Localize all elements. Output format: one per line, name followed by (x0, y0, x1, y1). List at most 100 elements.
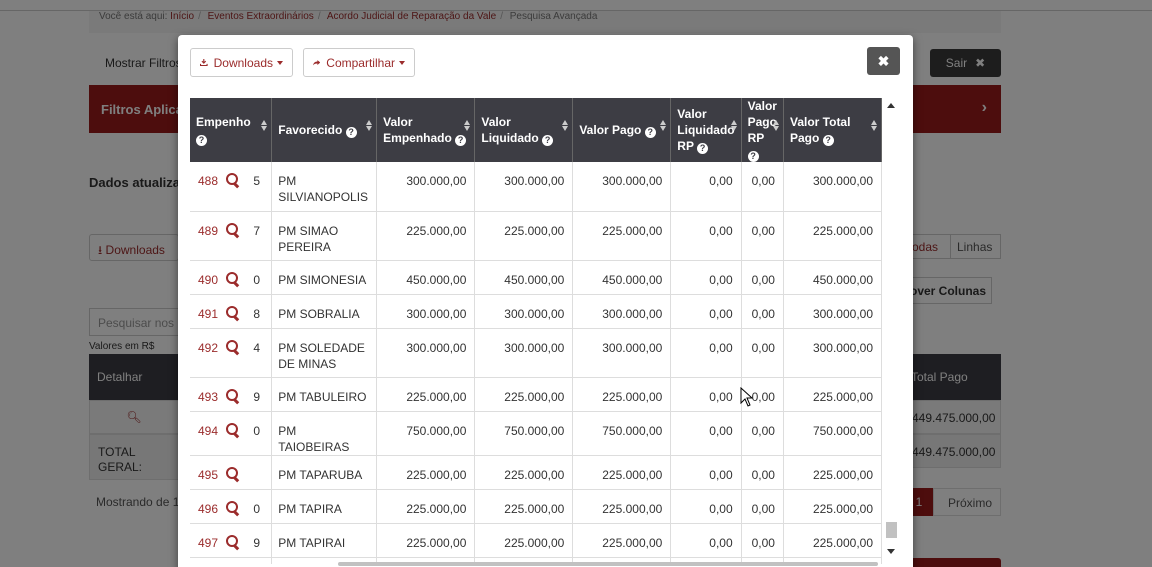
table-body: 488 5 PM SILVIANOPOLIS 300.000,00 300.000,00… (190, 162, 882, 564)
valor-pago-rp-cell: 0,00 (741, 523, 784, 558)
col-header-favorecido[interactable]: Favorecido ? (271, 98, 378, 162)
empenho-link[interactable]: 488 (198, 173, 226, 189)
table-row: 490 0 PM SIMONESIA 450.000,00 450.000,00 450.… (190, 260, 882, 295)
valor-pago-rp-cell: 0,00 (741, 328, 784, 378)
empenho-link[interactable]: 493 (198, 389, 226, 405)
col-header-valor-liquidado-rp[interactable]: Valor Liquidado RP ? (670, 98, 742, 162)
vertical-scroll-thumb[interactable] (886, 522, 897, 538)
valor-pago-cell: 225.000,00 (572, 455, 672, 490)
help-icon[interactable]: ? (345, 127, 357, 138)
favorecido-cell: PM SOBRALIA (271, 294, 378, 329)
valor-pago-cell: 300.000,00 (572, 162, 672, 212)
favorecido-cell: PM TAPIRA (271, 489, 378, 524)
caret-down-icon (277, 60, 283, 65)
empenho-link[interactable]: 492 (198, 340, 226, 356)
valor-pago-rp-cell: 0,00 (741, 411, 784, 456)
valor-total-pago-cell: 225.000,00 (783, 455, 882, 490)
help-icon[interactable]: ? (542, 135, 554, 146)
valor-liquidado-cell: 225.000,00 (474, 523, 574, 558)
share-icon (313, 59, 321, 65)
valor-empenhado-cell: 300.000,00 (376, 294, 476, 329)
empenho-digit: 7 (253, 223, 260, 238)
valor-liquidado-cell: 225.000,00 (474, 489, 574, 524)
empenho-cell: 496 0 (190, 489, 273, 524)
empenho-cell: 492 4 (190, 328, 273, 378)
empenho-link[interactable]: 489 (198, 223, 226, 239)
search-icon[interactable] (226, 271, 240, 286)
valor-total-pago-cell: 300.000,00 (783, 294, 882, 329)
help-icon[interactable]: ? (455, 135, 467, 146)
valor-pago-cell: 225.000,00 (572, 489, 672, 524)
valor-liquidado-cell: 225.000,00 (474, 455, 574, 490)
col-header-valor-empenhado[interactable]: Valor Empenhado ? (376, 98, 476, 162)
search-icon[interactable] (226, 305, 240, 320)
valor-empenhado-cell: 750.000,00 (376, 411, 476, 456)
search-icon[interactable] (226, 422, 240, 437)
valor-liquidado-rp-cell: 0,00 (670, 328, 742, 378)
table-header-row: Empenho? Favorecido ? Valor Empenhado ? … (190, 98, 882, 162)
help-icon[interactable]: ? (747, 151, 759, 162)
search-icon[interactable] (226, 222, 240, 237)
empenho-cell: 495 (190, 455, 273, 490)
help-icon[interactable]: ? (644, 127, 656, 138)
valor-liquidado-rp-cell: 0,00 (670, 411, 742, 456)
details-table-viewport[interactable]: Empenho? Favorecido ? Valor Empenhado ? … (190, 98, 882, 564)
empenho-link[interactable]: 490 (198, 272, 226, 288)
valor-pago-rp-cell: 0,00 (741, 489, 784, 524)
valor-total-pago-cell: 225.000,00 (783, 489, 882, 524)
valor-pago-cell: 225.000,00 (572, 523, 672, 558)
empenho-link[interactable]: 497 (198, 535, 226, 551)
scroll-down-arrow-icon[interactable] (887, 549, 895, 554)
valor-liquidado-rp-cell: 0,00 (670, 377, 742, 412)
horizontal-scrollbar[interactable] (190, 562, 882, 567)
share-label: Compartilhar (326, 55, 395, 70)
valor-liquidado-rp-cell: 0,00 (670, 455, 742, 490)
search-icon[interactable] (226, 534, 240, 549)
empenho-cell: 490 0 (190, 260, 273, 295)
valor-pago-cell: 450.000,00 (572, 260, 672, 295)
valor-total-pago-cell: 225.000,00 (783, 523, 882, 558)
valor-pago-rp-cell: 0,00 (741, 211, 784, 261)
download-icon (200, 58, 208, 67)
empenho-digit: 9 (253, 389, 260, 404)
col-header-valor-liquidado[interactable]: Valor Liquidado ? (474, 98, 574, 162)
valor-empenhado-cell: 300.000,00 (376, 162, 476, 212)
share-dropdown-button[interactable]: Compartilhar (303, 48, 415, 77)
col-header-valor-pago-rp[interactable]: Valor Pago RP ? (741, 98, 784, 162)
valor-total-pago-cell: 300.000,00 (783, 328, 882, 378)
col-header-empenho[interactable]: Empenho? (190, 98, 273, 162)
empenho-cell: 491 8 (190, 294, 273, 329)
horizontal-scroll-thumb[interactable] (338, 562, 878, 566)
search-icon[interactable] (226, 173, 240, 187)
valor-pago-rp-cell: 0,00 (741, 294, 784, 329)
empenho-link[interactable]: 496 (198, 501, 226, 517)
vertical-scrollbar[interactable] (884, 98, 898, 564)
empenho-link[interactable]: 491 (198, 306, 226, 322)
search-icon[interactable] (226, 500, 240, 515)
valor-total-pago-cell: 450.000,00 (783, 260, 882, 295)
scroll-up-arrow-icon[interactable] (887, 103, 895, 108)
search-icon[interactable] (226, 388, 240, 403)
valor-liquidado-rp-cell: 0,00 (670, 294, 742, 329)
help-icon[interactable]: ? (196, 135, 207, 146)
help-icon[interactable]: ? (822, 135, 834, 146)
details-modal: Downloads Compartilhar ✖ Empenho? Favore… (178, 35, 913, 567)
empenho-digit: 4 (253, 340, 260, 355)
col-header-valor-pago[interactable]: Valor Pago ? (572, 98, 672, 162)
valor-liquidado-cell: 225.000,00 (474, 211, 574, 261)
table-row: 488 5 PM SILVIANOPOLIS 300.000,00 300.000,00… (190, 162, 882, 212)
search-icon[interactable] (226, 339, 240, 354)
help-icon[interactable]: ? (697, 143, 709, 154)
col-header-valor-total-pago[interactable]: Valor Total Pago ? (783, 98, 882, 162)
downloads-dropdown-button[interactable]: Downloads (190, 48, 293, 77)
empenho-link[interactable]: 494 (198, 423, 226, 439)
table-row: 489 7 PM SIMAO PEREIRA 225.000,00 225.000,00… (190, 211, 882, 261)
table-row: 497 9 PM TAPIRAI 225.000,00 225.000,00 225.00… (190, 523, 882, 558)
valor-liquidado-cell: 300.000,00 (474, 294, 574, 329)
close-modal-button[interactable]: ✖ (867, 47, 900, 75)
search-icon[interactable] (226, 466, 240, 481)
valor-liquidado-rp-cell: 0,00 (670, 489, 742, 524)
valor-pago-rp-cell: 0,00 (741, 260, 784, 295)
empenho-link[interactable]: 495 (198, 467, 226, 483)
empenho-digit: 0 (253, 501, 260, 516)
